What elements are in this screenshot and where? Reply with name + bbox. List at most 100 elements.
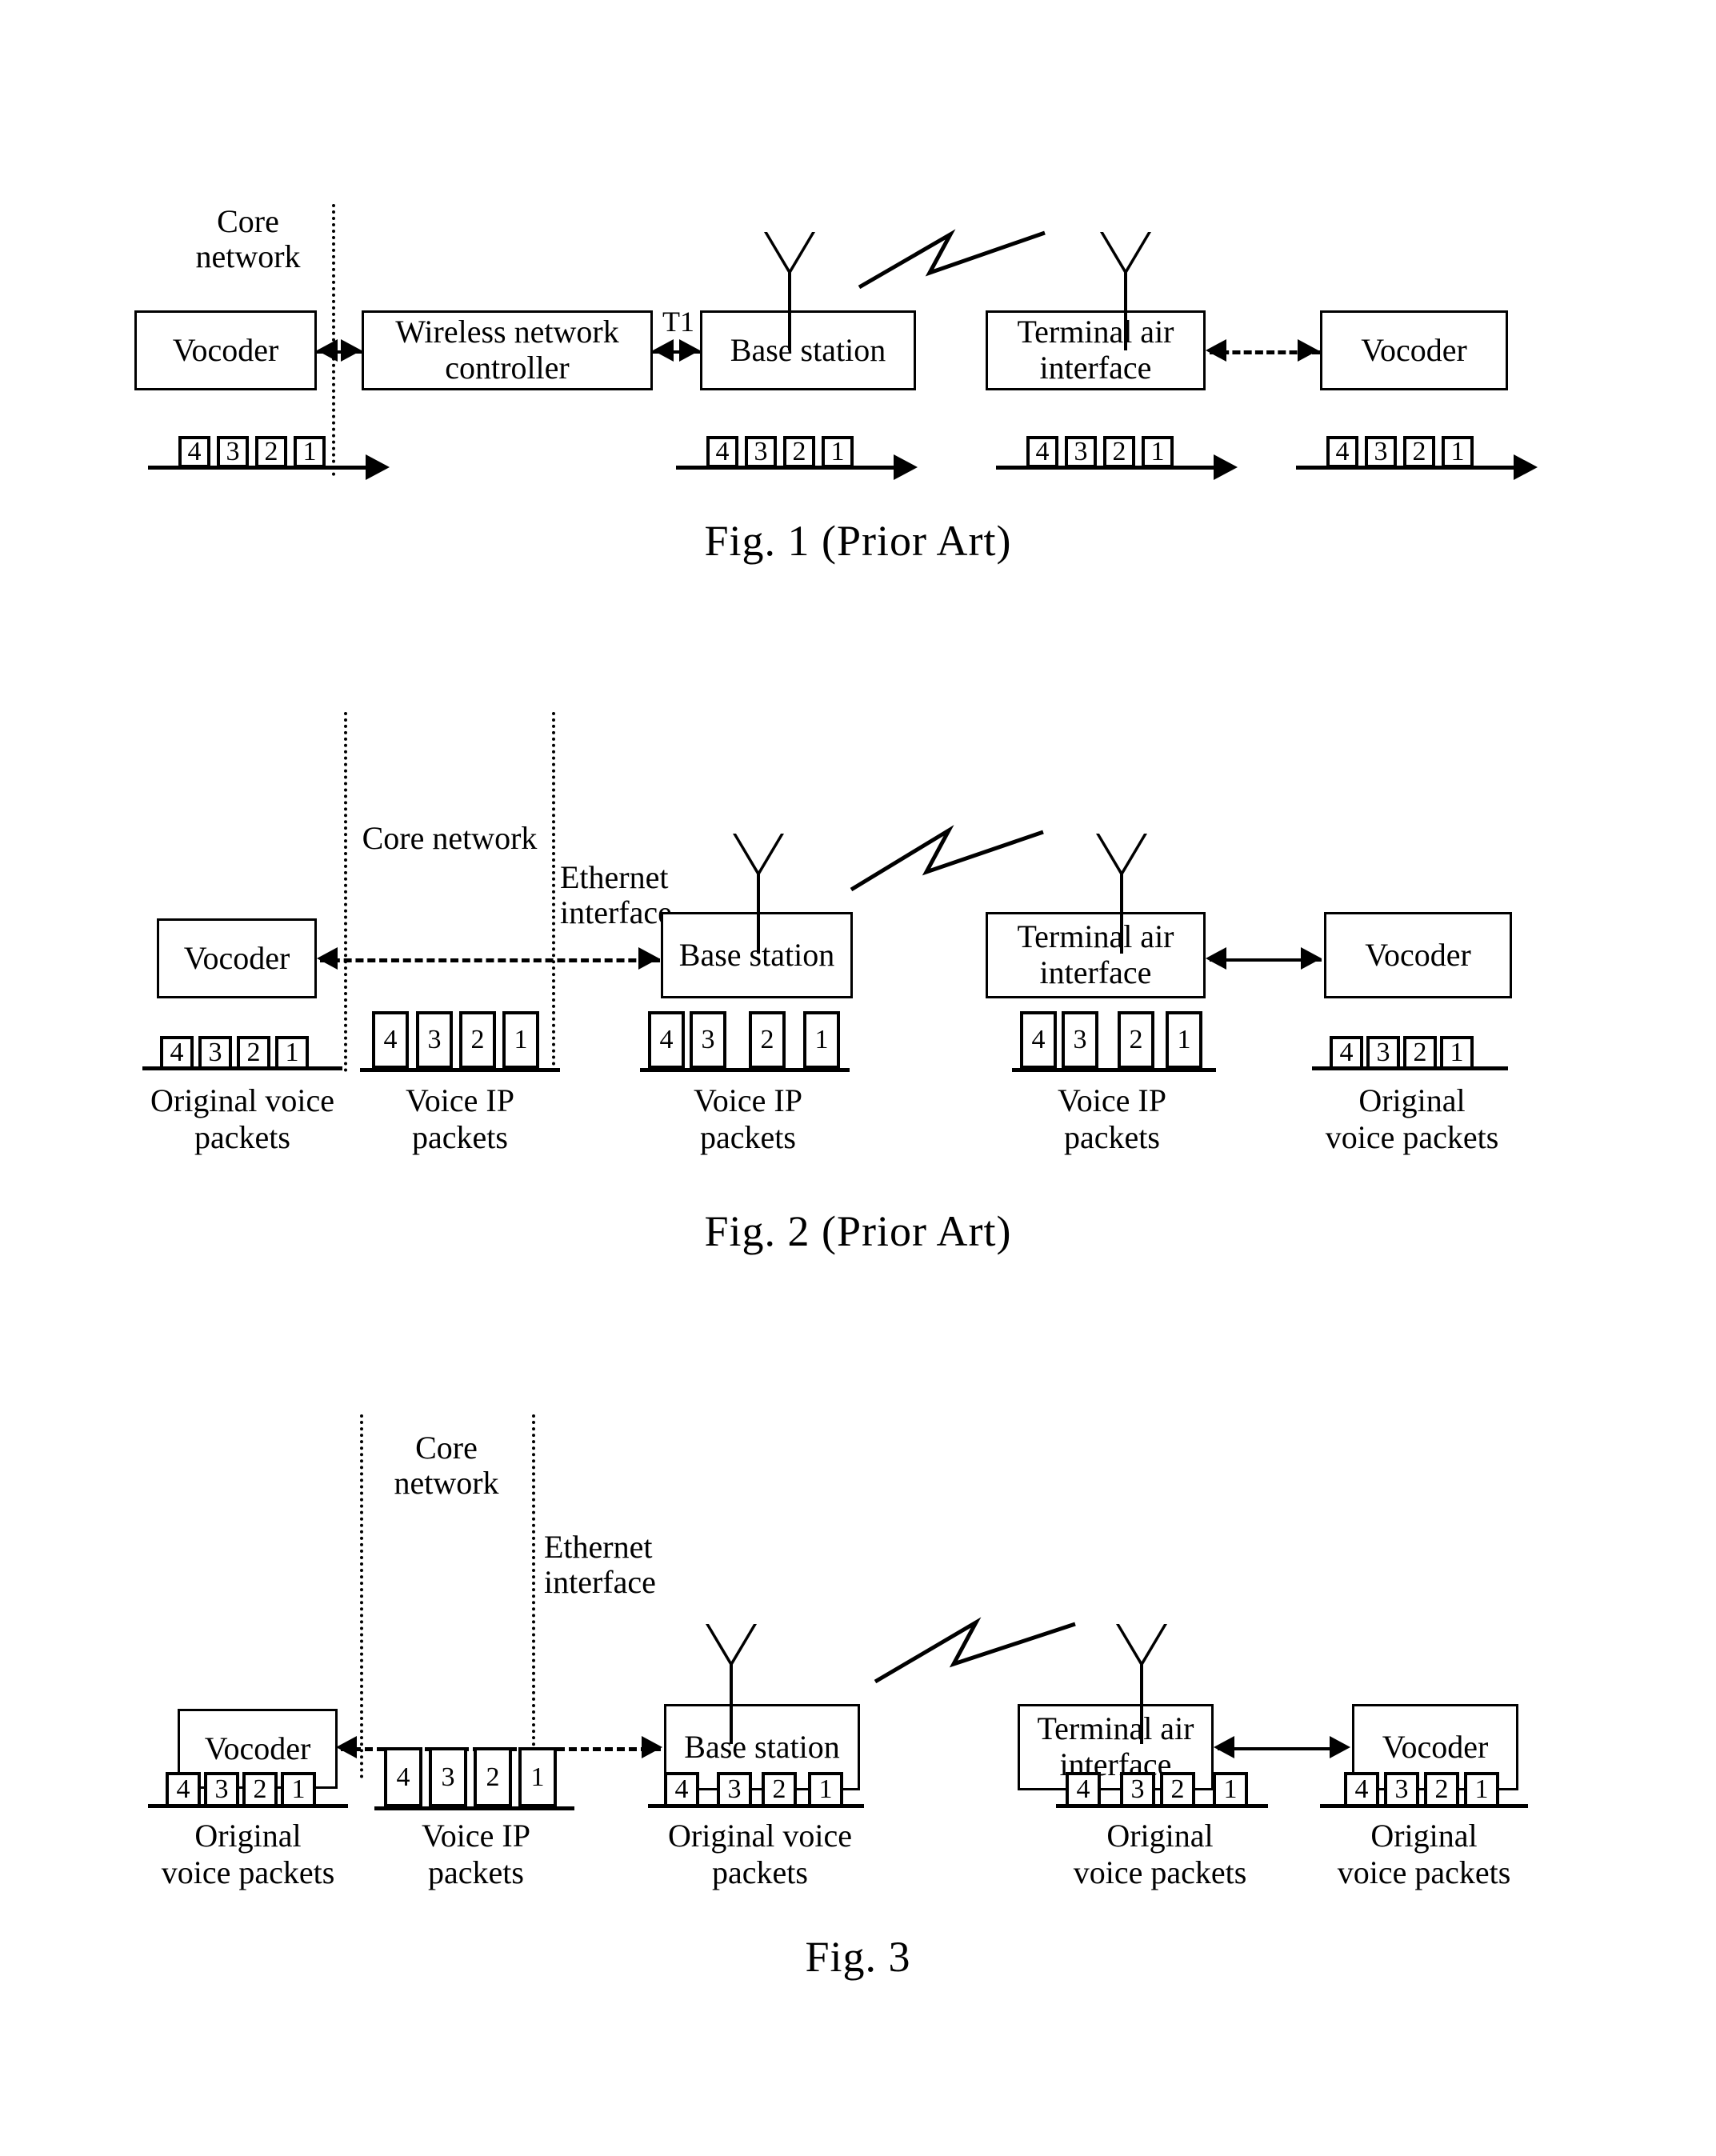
fig3-packet-cell: 1 <box>1213 1772 1248 1807</box>
fig3-packet-label-3: Original voice packets <box>668 1818 852 1890</box>
fig1-packet-cell: 1 <box>1142 436 1174 468</box>
fig1-radio-link-bolt-icon <box>858 229 1046 290</box>
fig3-packet-cell-text: 2 <box>1434 1774 1449 1804</box>
fig1-packet-cell-text: 1 <box>830 437 845 466</box>
fig1-packet-cell-text: 2 <box>792 437 806 466</box>
fig2-core-network-label: Core network <box>362 820 538 856</box>
fig2-packet-cell-text: 1 <box>1177 1025 1191 1054</box>
fig3-packet-cell: 2 <box>1160 1772 1195 1807</box>
fig1-wireless-network-controller-label: Wireless network controller <box>395 314 619 386</box>
fig2-packet-cell-text: 4 <box>1031 1025 1046 1054</box>
fig2-packet-cell: 4 <box>372 1011 409 1069</box>
fig2-packet-cell: 1 <box>275 1036 309 1070</box>
fig1-terminal-air-interface-label: Terminal air interface <box>1017 314 1174 386</box>
fig1-arrowhead-right-2 <box>679 339 700 362</box>
fig1-packet-arrow-4 <box>1514 454 1538 480</box>
fig3-packet-cell-text: 1 <box>818 1774 833 1804</box>
fig3-packet-cell-text: 3 <box>441 1762 455 1792</box>
fig1-packet-cell-text: 1 <box>302 437 317 466</box>
fig2-packet-cell: 1 <box>1166 1011 1202 1069</box>
fig1-terminal-air-interface-box: Terminal air interface <box>986 310 1206 390</box>
fig1-packet-arrow-3 <box>1214 454 1238 480</box>
fig3-packet-cell: 1 <box>808 1772 843 1807</box>
fig3-packet-cell-text: 4 <box>396 1762 410 1792</box>
fig3-packet-cell-text: 3 <box>727 1774 742 1804</box>
fig2-vocoder-right-box: Vocoder <box>1324 912 1512 998</box>
fig3-arrowhead-left-1 <box>336 1736 357 1758</box>
fig1-packet-cell-text: 2 <box>1412 437 1426 466</box>
fig2-packet-cell: 4 <box>160 1036 194 1070</box>
fig2-packet-cell-text: 3 <box>701 1025 715 1054</box>
fig1-vocoder-left-label: Vocoder <box>172 331 279 368</box>
fig3-packet-cell: 2 <box>474 1747 512 1807</box>
fig3-arrowhead-right-1 <box>642 1736 662 1758</box>
fig1-base-station-label: Base station <box>730 331 886 368</box>
fig1-vocoder-right-label: Vocoder <box>1361 331 1467 368</box>
fig3-packet-cell-text: 2 <box>772 1774 786 1804</box>
fig2-vocoder-right-label: Vocoder <box>1365 936 1471 973</box>
fig1-t1-label: T1 <box>662 306 694 338</box>
fig2-packet-cell: 4 <box>1330 1036 1363 1070</box>
fig1-packet-cell-text: 1 <box>1150 437 1165 466</box>
fig2-packet-cell: 1 <box>1440 1036 1474 1070</box>
fig3-packet-cell: 4 <box>664 1772 699 1807</box>
fig2-antenna-mast-2 <box>1120 874 1123 954</box>
fig2-arrowhead-right-2 <box>1301 947 1322 970</box>
fig2-packet-cell: 4 <box>1020 1011 1057 1069</box>
fig2-packet-cell: 3 <box>416 1011 453 1069</box>
fig1-packet-cell: 1 <box>294 436 326 468</box>
fig1-packet-cell: 2 <box>1103 436 1135 468</box>
fig1-wireless-network-controller-box: Wireless network controller <box>362 310 653 390</box>
fig3-arrowhead-left-2 <box>1214 1736 1234 1758</box>
fig3-packet-cell-text: 4 <box>1076 1774 1090 1804</box>
fig1-packet-cell: 1 <box>1442 436 1474 468</box>
fig1-packet-cell: 3 <box>1065 436 1097 468</box>
fig3-packet-cell: 3 <box>204 1772 239 1807</box>
fig3-packet-cell-text: 4 <box>176 1774 190 1804</box>
fig3-packet-cell-text: 3 <box>1130 1774 1145 1804</box>
fig2-arrowhead-right-1 <box>638 947 659 970</box>
fig2-vocoder-left-box: Vocoder <box>157 918 317 998</box>
fig2-packet-cell-text: 1 <box>514 1025 528 1054</box>
fig2-packet-cell: 3 <box>690 1011 726 1069</box>
fig3-radio-link-bolt-icon <box>874 1617 1076 1684</box>
fig1-antenna-mast-2 <box>1124 272 1127 350</box>
fig1-packet-cell-text: 1 <box>1450 437 1465 466</box>
fig1-packet-cell-text: 4 <box>187 437 202 466</box>
fig1-packet-cell: 1 <box>822 436 854 468</box>
fig1-packet-cell: 4 <box>1326 436 1358 468</box>
fig3-base-station-label: Base station <box>684 1728 840 1765</box>
fig3-vocoder-right-label: Vocoder <box>1382 1728 1489 1765</box>
fig3-packet-cell-text: 1 <box>1223 1774 1238 1804</box>
fig2-packet-cell-text: 3 <box>427 1025 442 1054</box>
fig2-packet-cell: 4 <box>648 1011 685 1069</box>
fig2-packet-cell-text: 1 <box>814 1025 829 1054</box>
fig1-antenna-mast-1 <box>788 272 791 350</box>
fig1-packet-arrow-1 <box>366 454 390 480</box>
fig1-packet-cell: 2 <box>783 436 815 468</box>
fig3-antenna-dish-inner-2 <box>1119 1624 1164 1662</box>
fig2-packet-cell-text: 3 <box>1073 1025 1087 1054</box>
fig1-arrowhead-right-1 <box>341 339 362 362</box>
fig2-arrowhead-left-2 <box>1206 947 1226 970</box>
fig2-packet-cell-text: 2 <box>246 1038 261 1067</box>
fig1-packet-cell: 3 <box>1365 436 1397 468</box>
fig3-packet-cell-text: 2 <box>253 1774 267 1804</box>
fig3-packet-cell: 4 <box>1066 1772 1101 1807</box>
fig3-antenna-dish-inner-1 <box>709 1624 754 1662</box>
fig2-packet-cell-text: 2 <box>1413 1038 1427 1067</box>
fig3-packet-cell: 3 <box>717 1772 752 1807</box>
fig3-antenna-mast-1 <box>730 1664 733 1744</box>
fig3-packet-label-5: Original voice packets <box>1337 1818 1511 1890</box>
fig1-arrowhead-left-3 <box>1206 339 1226 362</box>
fig3-antenna-mast-2 <box>1140 1664 1143 1744</box>
fig2-packet-label-1: Original voice packets <box>150 1082 334 1155</box>
fig3-packet-cell-text: 1 <box>291 1774 306 1804</box>
fig3-packet-cell: 4 <box>1344 1772 1379 1807</box>
fig3-packet-cell-text: 1 <box>530 1762 545 1792</box>
fig2-terminal-air-interface-box: Terminal air interface <box>986 912 1206 998</box>
fig2-packet-label-2: Voice IP packets <box>406 1082 514 1155</box>
fig1-core-network-label: Core network <box>195 203 301 274</box>
figure-3: Core network Ethernet interface Vocoder … <box>0 1392 1716 2032</box>
fig1-base-station-box: Base station <box>700 310 916 390</box>
